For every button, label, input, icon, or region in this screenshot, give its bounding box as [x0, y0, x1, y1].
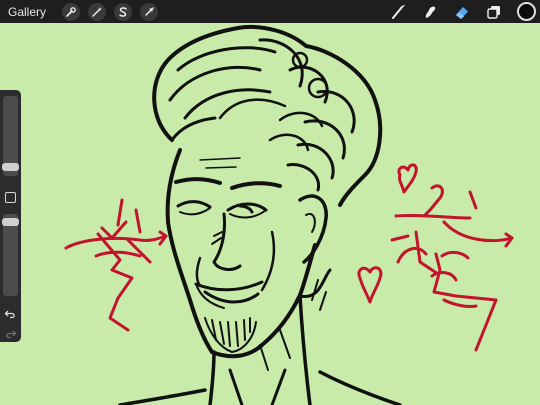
- transform-button[interactable]: [140, 2, 159, 21]
- smudge-icon: [425, 6, 436, 18]
- line-art-portrait: [118, 25, 402, 405]
- top-toolbar: Gallery: [0, 0, 540, 23]
- layers-button[interactable]: [485, 3, 503, 21]
- wrench-icon: [66, 6, 76, 17]
- magic-wand-icon: [92, 6, 103, 17]
- transform-arrow-icon: [145, 6, 154, 16]
- eraser-icon: [456, 6, 468, 19]
- eraser-tool[interactable]: [453, 3, 471, 21]
- selection-s-icon: [119, 6, 127, 17]
- layers-icon: [487, 5, 500, 19]
- drawing-canvas[interactable]: [0, 23, 540, 405]
- brush-icon: [392, 4, 405, 19]
- smudge-tool[interactable]: [421, 3, 439, 21]
- adjustments-button[interactable]: [88, 2, 107, 21]
- red-sketch-marks: [64, 163, 514, 352]
- gallery-button[interactable]: Gallery: [8, 5, 46, 19]
- brush-tool[interactable]: [389, 3, 407, 21]
- color-picker[interactable]: [517, 2, 536, 21]
- right-tools: [389, 0, 540, 23]
- actions-button[interactable]: [62, 2, 81, 21]
- selection-button[interactable]: [114, 2, 133, 21]
